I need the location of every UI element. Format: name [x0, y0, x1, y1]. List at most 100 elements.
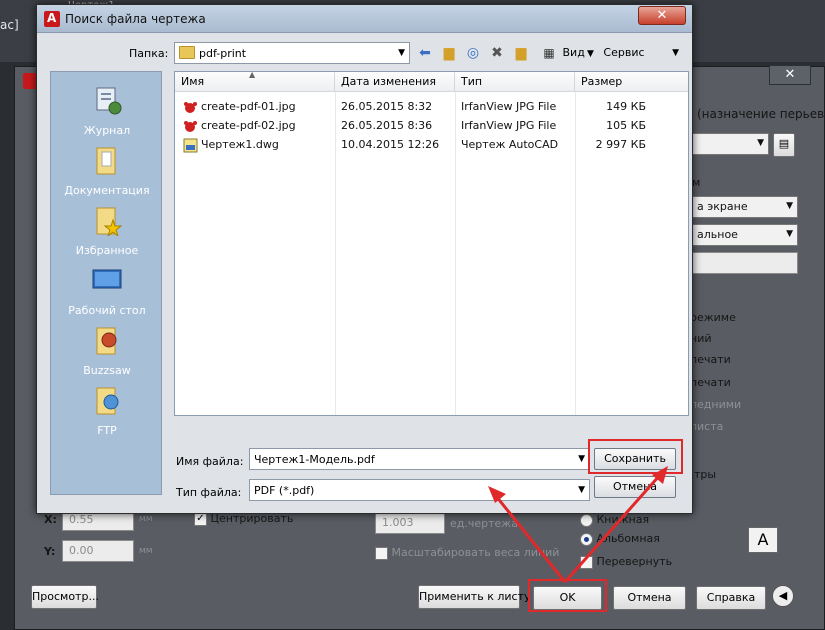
chevron-down-icon: ▼ [786, 229, 793, 239]
folder-combo[interactable]: pdf-print ▼ [174, 42, 410, 64]
file-name: create-pdf-01.jpg [201, 100, 296, 113]
scale-units-field[interactable]: 1.003 [375, 512, 445, 534]
scale-units-label: ед.чертежа [450, 517, 518, 530]
views-icon: ▦ [543, 46, 555, 60]
place-desktop[interactable]: Рабочий стол [51, 260, 163, 320]
plot-option-6[interactable]: листа [690, 420, 723, 433]
filetype-label: Тип файла: [176, 486, 242, 499]
radio-selected-icon [580, 532, 593, 546]
file-list[interactable]: Имя ▲ Дата изменения Тип Размер create-p… [174, 70, 689, 416]
shade-mode-combo[interactable]: а экране ▼ [690, 196, 798, 218]
offset-x-unit: мм [139, 514, 153, 524]
filename-value: Чертеж1-Модель.pdf [254, 453, 375, 466]
file-date: 26.05.2015 8:32 [341, 100, 433, 113]
column-header-name[interactable]: Имя ▲ [175, 70, 335, 92]
place-documents[interactable]: Документация [51, 140, 163, 200]
save-highlight-box [588, 439, 683, 474]
chevron-down-icon: ▼ [587, 49, 594, 59]
file-row[interactable]: create-pdf-01.jpg 26.05.2015 8:32 IrfanV… [175, 98, 688, 117]
radio-icon [580, 513, 593, 527]
help-button[interactable]: Справка [696, 586, 766, 610]
views-menu[interactable]: ▦ Вид [539, 43, 584, 63]
quality-combo[interactable]: альное ▼ [690, 224, 798, 246]
file-row[interactable]: Чертеж1.dwg 10.04.2015 12:26 Чертеж Auto… [175, 136, 688, 155]
chevron-down-icon: ▼ [398, 48, 405, 58]
delete-icon[interactable]: ✖ [487, 43, 507, 63]
chevron-down-icon: ▼ [578, 485, 585, 495]
column-header-date[interactable]: Дата изменения [335, 72, 455, 92]
place-favorites[interactable]: Избранное [51, 200, 163, 260]
save-file-dialog: Поиск файла чертежа ✕ Папка: pdf-print ▼… [36, 4, 693, 514]
filetype-value: PDF (*.pdf) [254, 484, 315, 497]
places-bar: Журнал Документация Избранное Рабочий ст… [50, 71, 162, 495]
scale-lineweights-checkbox[interactable]: Масштабировать веса линий [375, 546, 559, 560]
desktop-icon [91, 264, 123, 296]
documents-folder-icon [91, 144, 123, 176]
apply-to-layout-button[interactable]: Применить к листу [418, 585, 530, 609]
chevron-down-icon: ▼ [578, 454, 585, 464]
file-name: create-pdf-02.jpg [201, 119, 296, 132]
place-ftp[interactable]: FTP [51, 380, 163, 440]
plot-option-1[interactable]: режиме [690, 311, 736, 324]
filename-input[interactable]: Чертеж1-Модель.pdf ▼ [249, 448, 590, 470]
folder-label: Папка: [129, 47, 169, 60]
cancel-button[interactable]: Отмена [613, 586, 686, 610]
offset-y-label: Y: [44, 545, 56, 558]
checkbox-icon [580, 555, 593, 569]
chevron-down-icon: ▼ [757, 138, 764, 148]
dialog-titlebar: Поиск файла чертежа [37, 5, 692, 33]
irfanview-file-icon [183, 119, 198, 134]
favorites-folder-icon [91, 204, 123, 238]
file-type: IrfanView JPG File [461, 100, 557, 113]
offset-y-field[interactable]: 0.00 [62, 540, 134, 562]
buzzsaw-icon [91, 324, 123, 356]
ok-highlight-box [528, 579, 607, 612]
file-size: 105 КБ [606, 119, 646, 132]
plot-dialog-close-button[interactable]: ✕ [769, 65, 811, 85]
plot-option-4[interactable]: печати [690, 376, 731, 389]
offset-y-unit: мм [139, 546, 153, 556]
back-icon[interactable]: ⬅ [415, 43, 435, 63]
file-name: Чертеж1.dwg [201, 138, 279, 151]
upside-down-checkbox[interactable]: Перевернуть [580, 555, 672, 569]
autocad-logo-icon [44, 11, 60, 27]
place-buzzsaw[interactable]: Buzzsaw [51, 320, 163, 380]
file-type: Чертеж AutoCAD [461, 138, 559, 151]
plot-option-7[interactable]: тры [694, 468, 716, 481]
dpi-field[interactable] [690, 252, 798, 274]
plot-option-2[interactable]: ний [690, 332, 712, 345]
filename-label: Имя файла: [176, 455, 244, 468]
chevron-down-icon: ▼ [786, 201, 793, 211]
column-header-type[interactable]: Тип [455, 72, 575, 92]
preview-button[interactable]: Просмотр... [31, 585, 99, 609]
file-row[interactable]: create-pdf-02.jpg 26.05.2015 8:36 IrfanV… [175, 117, 688, 136]
file-size: 149 КБ [606, 100, 646, 113]
plot-option-5[interactable]: ледними [690, 398, 741, 411]
irfanview-file-icon [183, 100, 198, 115]
folder-value: pdf-print [199, 47, 247, 60]
up-folder-icon[interactable]: ▆ [439, 43, 459, 63]
plot-option-3[interactable]: печати [690, 353, 731, 366]
collapse-panel-button[interactable]: ◀ [772, 585, 794, 607]
center-plot-checkbox[interactable]: ✓ Центрировать [194, 512, 293, 526]
dialog-close-button[interactable]: ✕ [638, 6, 686, 25]
file-date: 26.05.2015 8:36 [341, 119, 433, 132]
landscape-radio[interactable]: Альбомная [580, 532, 660, 546]
portrait-radio[interactable]: Книжная [580, 513, 649, 527]
checkbox-icon [375, 546, 388, 560]
file-type: IrfanView JPG File [461, 119, 557, 132]
checkbox-icon: ✓ [194, 512, 207, 526]
window-text: ac] [0, 18, 19, 32]
search-web-icon[interactable]: ◎ [463, 43, 483, 63]
column-header-size[interactable]: Размер [575, 72, 688, 92]
tools-menu[interactable]: ▼ Сервис ▼ [587, 43, 679, 63]
orientation-preview-icon: A [748, 527, 778, 553]
place-history[interactable]: Журнал [51, 80, 163, 140]
edit-plot-style-button[interactable]: ▤ [773, 133, 795, 157]
filetype-combo[interactable]: PDF (*.pdf) ▼ [249, 479, 590, 501]
ftp-icon [91, 384, 123, 416]
plot-style-combo[interactable]: ▼ [692, 133, 769, 155]
plot-style-label: (назначение перьев) [697, 107, 825, 121]
dialog-cancel-button[interactable]: Отмена [594, 476, 676, 498]
new-folder-icon[interactable]: ▆ [511, 43, 531, 63]
